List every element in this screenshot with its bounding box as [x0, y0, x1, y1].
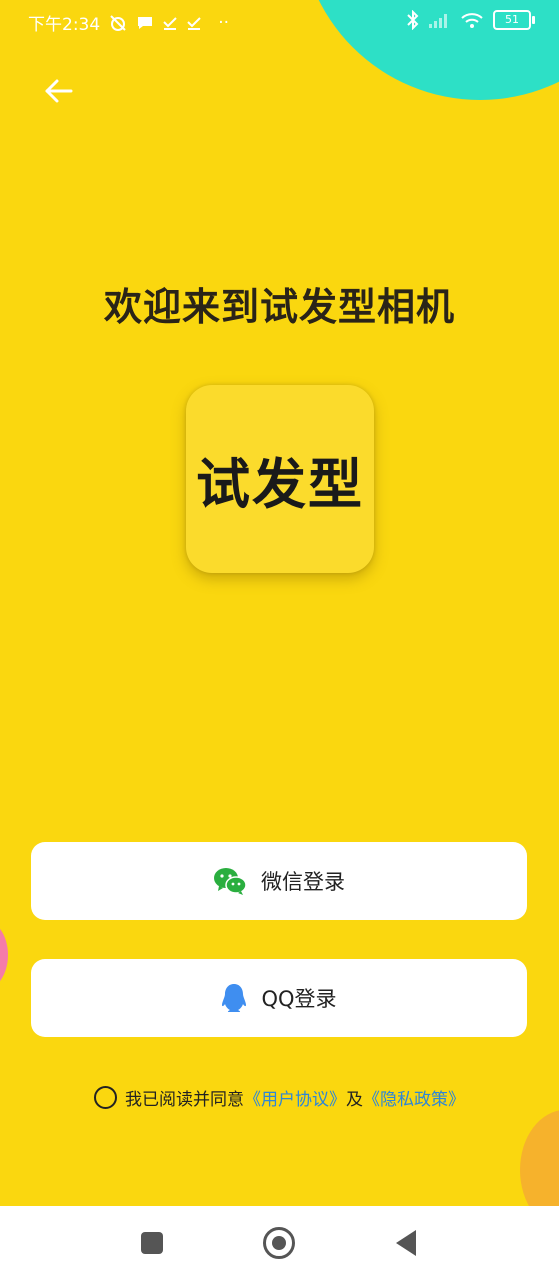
home-circle-icon[interactable]	[263, 1227, 295, 1259]
signal-icon	[429, 14, 447, 28]
decorative-pink-shape	[0, 920, 8, 990]
battery-icon: 51	[493, 10, 535, 30]
more-dots-icon: ··	[218, 12, 229, 33]
qq-penguin-icon	[222, 984, 247, 1012]
download-done-icon	[163, 16, 177, 30]
logo-text: 试发型	[196, 452, 364, 516]
message-icon	[138, 16, 153, 29]
arrow-left-icon	[45, 79, 73, 103]
qq-login-button[interactable]: QQ登录	[31, 959, 527, 1037]
wifi-icon	[461, 12, 483, 28]
decorative-orange-shape	[520, 1110, 559, 1206]
agreement-row: 我已阅读并同意 《用户协议》 及 《隐私政策》	[0, 1085, 559, 1110]
user-agreement-link[interactable]: 《用户协议》	[244, 1085, 346, 1110]
system-nav-bar	[0, 1206, 559, 1280]
home-dot	[272, 1236, 286, 1250]
back-button[interactable]	[38, 70, 80, 112]
wechat-login-label: 微信登录	[261, 870, 345, 894]
qq-login-label: QQ登录	[261, 987, 337, 1011]
status-time: 下午2:34	[28, 15, 101, 35]
status-bar: 下午2:34 ·· 51	[0, 0, 559, 42]
bluetooth-icon	[407, 10, 419, 30]
app-logo: 试发型	[186, 385, 374, 573]
wechat-login-button[interactable]: 微信登录	[31, 842, 527, 920]
wechat-icon	[214, 868, 247, 895]
recents-square-icon[interactable]	[141, 1232, 163, 1254]
battery-level: 51	[505, 13, 519, 26]
privacy-policy-link[interactable]: 《隐私政策》	[363, 1085, 465, 1110]
agreement-conjunction: 及	[346, 1090, 363, 1110]
download-done-icon	[187, 16, 201, 30]
alarm-off-icon	[110, 14, 126, 31]
agreement-checkbox[interactable]	[94, 1086, 117, 1109]
login-screen: 下午2:34 ·· 51 欢迎来到试发型相机 试发型 微信登录 QQ登录 我已阅…	[0, 0, 559, 1206]
agreement-prefix: 我已阅读并同意	[125, 1090, 244, 1110]
welcome-title: 欢迎来到试发型相机	[103, 285, 455, 329]
back-triangle-icon[interactable]	[396, 1230, 416, 1256]
